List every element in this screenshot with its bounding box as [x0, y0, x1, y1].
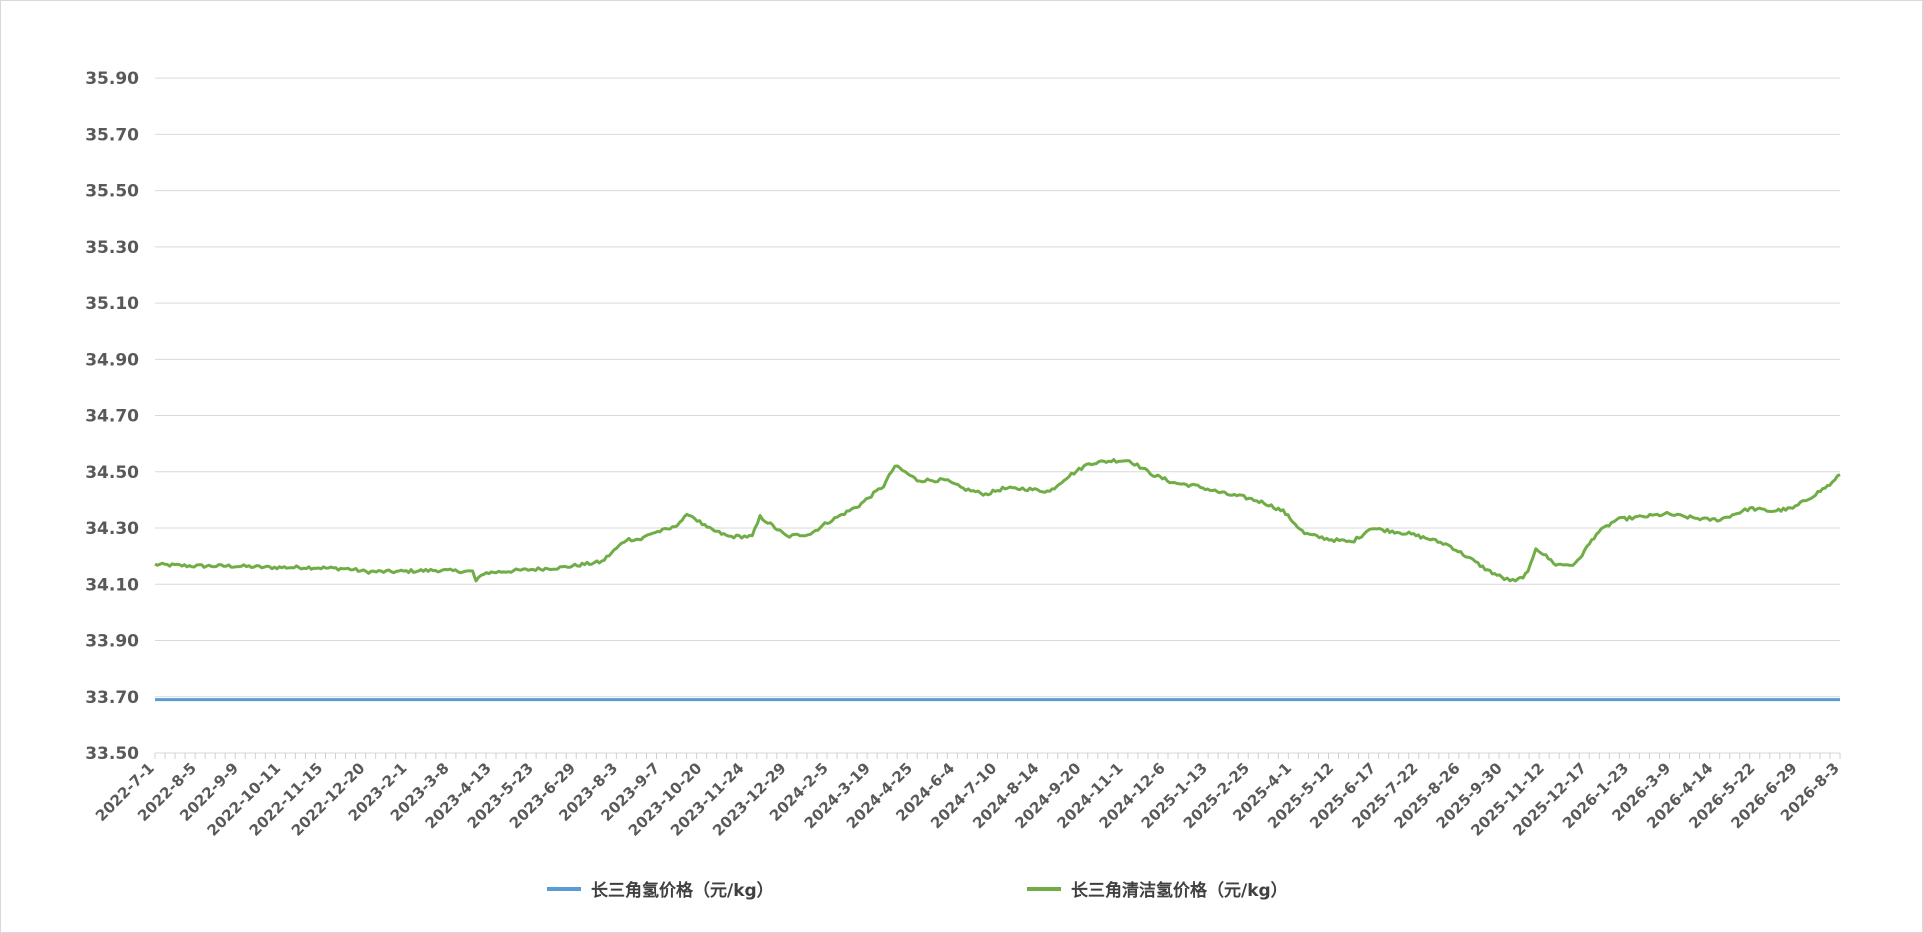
- y-tick-label: 35.10: [85, 294, 139, 314]
- y-axis-ticks: 33.50 33.70 33.90 34.10 34.30 34.50 34.70 34.90…: [85, 69, 139, 764]
- legend-swatch-series-2: [1027, 886, 1061, 891]
- y-tick-label: 34.50: [85, 463, 139, 483]
- x-axis-ticks: 2022-7-12022-8-52022-9-92022-10-112022-1…: [92, 752, 1843, 840]
- y-tick-label: 34.70: [85, 407, 139, 427]
- series-lines: [154, 458, 1841, 702]
- gridlines: [155, 77, 1840, 754]
- series-line-2: [154, 458, 1841, 583]
- y-tick-label: 35.30: [85, 238, 139, 258]
- y-tick-label: 35.90: [85, 69, 139, 89]
- legend-swatch-series-1: [547, 886, 581, 891]
- y-tick-label: 34.30: [85, 519, 139, 539]
- y-tick-label: 34.90: [85, 350, 139, 370]
- y-tick-label: 35.50: [85, 182, 139, 202]
- line-chart: 33.50 33.70 33.90 34.10 34.30 34.50 34.70 34.90…: [85, 69, 1843, 840]
- y-tick-label: 33.70: [85, 688, 139, 708]
- legend-item-series-2: 长三角清洁氢价格（元/kg）: [1027, 876, 1288, 901]
- legend-label-series-2: 长三角清洁氢价格（元/kg）: [1071, 881, 1288, 901]
- y-tick-label: 33.90: [85, 632, 139, 652]
- y-tick-label: 34.10: [85, 575, 139, 595]
- y-tick-label: 35.70: [85, 125, 139, 145]
- y-tick-label: 33.50: [85, 744, 139, 764]
- legend-item-series-1: 长三角氢价格（元/kg）: [547, 876, 774, 901]
- legend-label-series-1: 长三角氢价格（元/kg）: [591, 881, 774, 901]
